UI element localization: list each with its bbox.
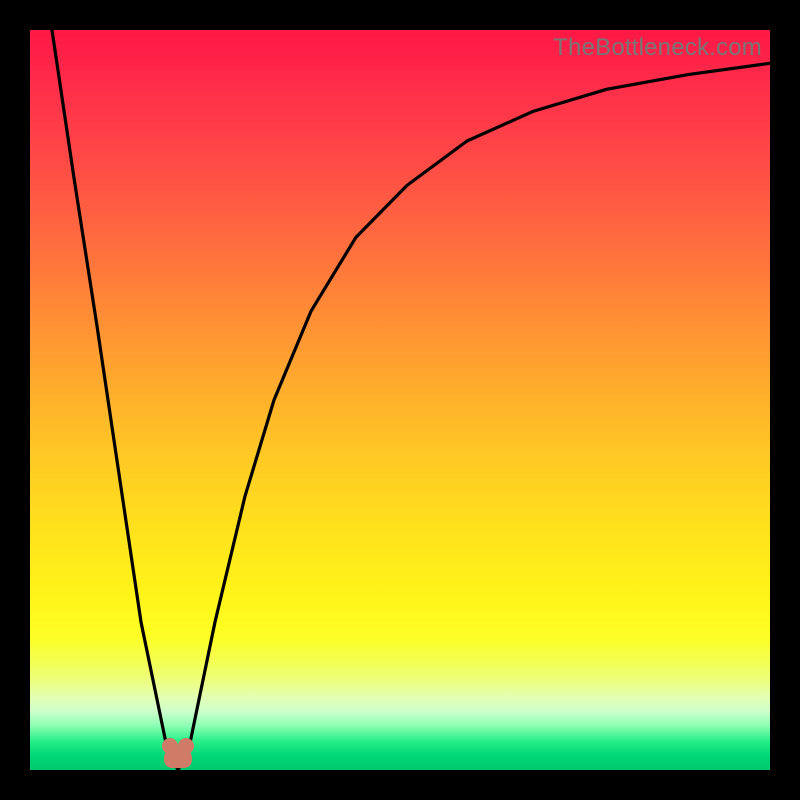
curve-svg: [30, 30, 770, 770]
watermark-text: TheBottleneck.com: [553, 34, 762, 62]
optimum-marker: [164, 748, 192, 768]
bottleneck-curve-path: [52, 30, 770, 770]
plot-area: TheBottleneck.com: [30, 30, 770, 770]
chart-frame: TheBottleneck.com: [0, 0, 800, 800]
